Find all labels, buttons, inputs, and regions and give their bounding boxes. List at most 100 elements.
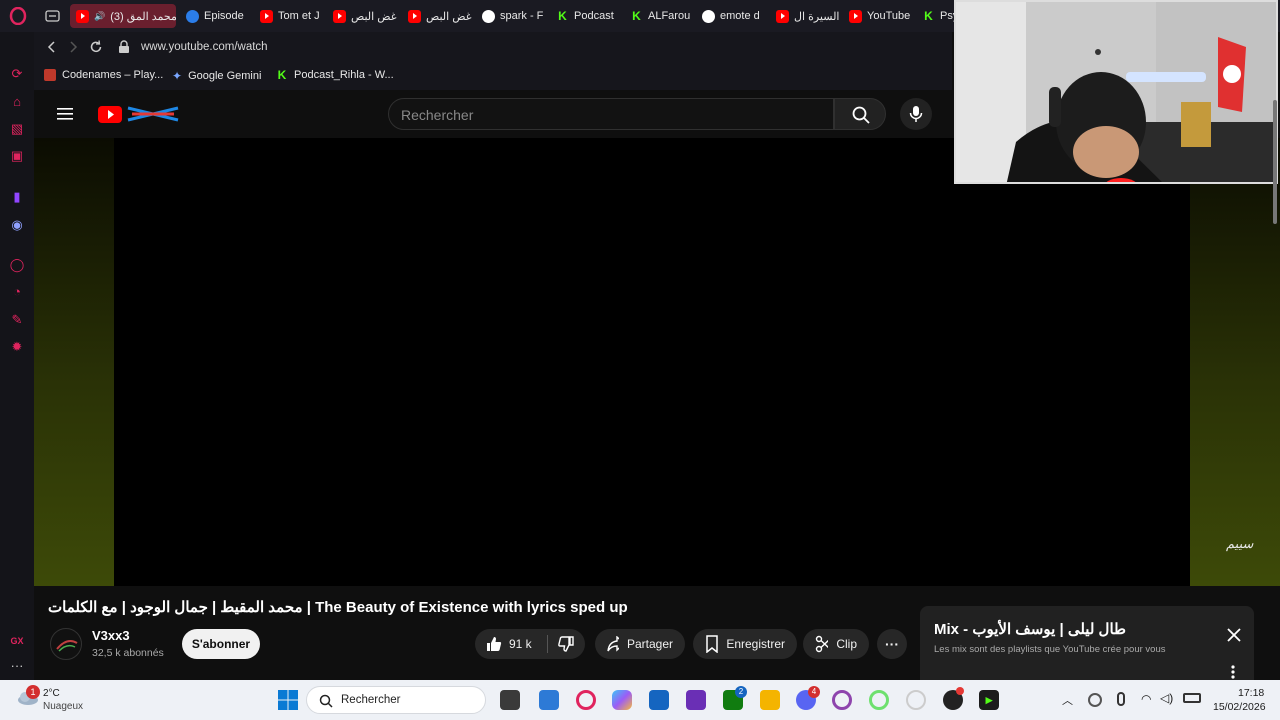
opera-app-icon[interactable] — [686, 690, 706, 710]
share-arrow-icon — [607, 636, 619, 652]
opera-green-icon[interactable] — [869, 690, 889, 710]
subscriber-count: 32,5 k abonnés — [92, 647, 164, 659]
tray-chevron-icon[interactable]: ︿ — [1062, 692, 1073, 708]
microphone-tray-icon[interactable] — [1117, 692, 1125, 706]
twitch-icon[interactable]: ▮ — [9, 189, 25, 205]
close-icon[interactable] — [1227, 628, 1241, 642]
thumbs-up-icon — [487, 637, 502, 651]
clock-time[interactable]: 17:18 — [1238, 687, 1264, 699]
opera-gx-taskbar-icon[interactable] — [576, 690, 596, 710]
voice-search-button[interactable] — [900, 98, 932, 130]
share-button[interactable]: Partager — [595, 629, 685, 659]
history-icon[interactable]: ◔ — [9, 284, 25, 300]
speed-dial-icon[interactable]: ⟳ — [9, 66, 25, 82]
browser-tab[interactable]: غض البص — [333, 4, 403, 28]
clock-date[interactable]: 15/02/2026 — [1213, 701, 1266, 713]
tab-label: السيرة ال — [794, 10, 840, 23]
search-icon — [852, 106, 870, 124]
windows-start-icon[interactable] — [278, 690, 298, 710]
bookmark-gemini[interactable]: ✦ Google Gemini — [172, 69, 261, 83]
discord-icon[interactable]: ◉ — [9, 217, 25, 233]
tray-app-icon[interactable] — [1088, 693, 1102, 707]
video-player[interactable] — [114, 138, 1190, 586]
browser-tab[interactable]: K ALFarou — [630, 4, 700, 28]
browser-tab[interactable]: Episode — [186, 4, 256, 28]
browser-tab[interactable]: spark - F — [482, 4, 552, 28]
bookmark-podcast-rihla[interactable]: K Podcast_Rihla - W... — [276, 68, 394, 82]
weather-description: Nuageux — [43, 701, 84, 712]
lock-icon[interactable] — [118, 40, 130, 54]
taskbar-search-label: Rechercher — [341, 694, 401, 706]
kick-favicon-icon: K — [558, 8, 567, 23]
google-favicon-icon — [702, 9, 715, 23]
browser-tab[interactable]: 🔊 (3) محمد المق — [70, 4, 176, 28]
search-input[interactable]: Rechercher — [388, 98, 834, 130]
forward-arrow-icon[interactable] — [67, 41, 79, 53]
widgets-icon[interactable] — [539, 690, 559, 710]
browser-tab[interactable]: Tom et J — [260, 4, 330, 28]
back-arrow-icon[interactable] — [46, 41, 58, 53]
search-button[interactable] — [834, 98, 886, 130]
settings-gear-icon[interactable]: ✹ — [9, 339, 25, 355]
player-icon[interactable]: ◯ — [9, 257, 25, 273]
like-button[interactable]: 91 k — [475, 629, 547, 659]
more-actions-button[interactable]: ··· — [877, 629, 907, 659]
channel-name[interactable]: V3xx3 — [92, 628, 130, 643]
mix-more-vertical-icon[interactable] — [1230, 664, 1236, 680]
browser-tab[interactable]: YouTube — [849, 4, 919, 28]
ambient-glow-right — [1190, 138, 1280, 586]
page-scrollbar-thumb[interactable] — [1273, 100, 1277, 224]
url-text[interactable]: www.youtube.com/watch — [141, 41, 268, 53]
channel-avatar[interactable] — [50, 628, 82, 660]
subscribe-button[interactable]: S'abonner — [182, 629, 260, 659]
messenger-icon[interactable]: ▣ — [9, 148, 25, 164]
taskbar-search[interactable]: Rechercher — [306, 686, 486, 714]
dislike-button[interactable] — [549, 629, 585, 659]
youtube-favicon-icon — [333, 9, 346, 23]
tab-label: Episode — [204, 10, 244, 22]
reload-icon[interactable] — [89, 40, 103, 54]
google-favicon-icon — [482, 9, 495, 23]
store-icon[interactable] — [649, 690, 669, 710]
browser-tab[interactable]: السيرة ال — [776, 4, 846, 28]
opera-logo-icon[interactable] — [9, 7, 27, 25]
copilot-icon[interactable] — [612, 690, 632, 710]
speaker-icon[interactable]: 🔊 — [94, 11, 105, 22]
kick-favicon-icon: K — [632, 8, 641, 23]
wifi-icon[interactable]: ◠ — [1141, 692, 1151, 706]
bookmark-codenames[interactable]: Codenames – Play... — [44, 69, 163, 81]
clip-button[interactable]: Clip — [803, 629, 869, 659]
file-explorer-icon[interactable] — [760, 690, 780, 710]
video-player-area: ﺳﯿﯿﻢ — [34, 138, 1280, 586]
tab-overview-icon[interactable] — [45, 9, 61, 23]
more-dots-icon[interactable]: ··· — [9, 658, 25, 674]
opera-purple-icon[interactable] — [832, 690, 852, 710]
youtube-logo-icon[interactable] — [98, 104, 182, 124]
browser-tab[interactable]: K Podcast — [556, 4, 626, 28]
more-horizontal-icon: ··· — [885, 636, 899, 652]
browser-tab[interactable]: emote d — [702, 4, 772, 28]
flow-icon[interactable]: ▧ — [9, 121, 25, 137]
opera-white-icon[interactable] — [906, 690, 926, 710]
task-view-icon[interactable] — [500, 690, 520, 710]
discord-badge: 4 — [808, 686, 820, 698]
extensions-icon[interactable]: ✎ — [9, 312, 25, 328]
tab-label: Podcast — [574, 10, 614, 22]
bookmark-label: Podcast_Rihla - W... — [294, 69, 394, 81]
bookmarks-bar: Codenames – Play... ✦ Google Gemini K Po… — [34, 62, 952, 90]
browser-tab[interactable]: غض البص — [408, 4, 478, 28]
mix-title[interactable]: Mix - طال ليلى | يوسف الأيوب — [934, 620, 1126, 638]
kick-taskbar-icon[interactable]: ▸ — [979, 690, 999, 710]
volume-icon[interactable]: ◁) — [1160, 691, 1173, 705]
video-watermark: ﺳﯿﯿﻢ — [1226, 536, 1254, 551]
webcam-overlay — [954, 0, 1278, 184]
save-button[interactable]: Enregistrer — [693, 629, 797, 659]
hamburger-menu-icon[interactable] — [57, 107, 73, 121]
weather-notification-badge: 1 — [26, 685, 40, 699]
workspace-icon[interactable]: ⌂ — [9, 94, 25, 110]
battery-icon[interactable] — [1183, 693, 1201, 703]
xbox-badge: 2 — [735, 686, 747, 698]
kick-icon: K — [277, 68, 287, 82]
like-dislike-group: 91 k — [475, 629, 585, 659]
tab-label: (3) محمد المق — [110, 10, 176, 23]
